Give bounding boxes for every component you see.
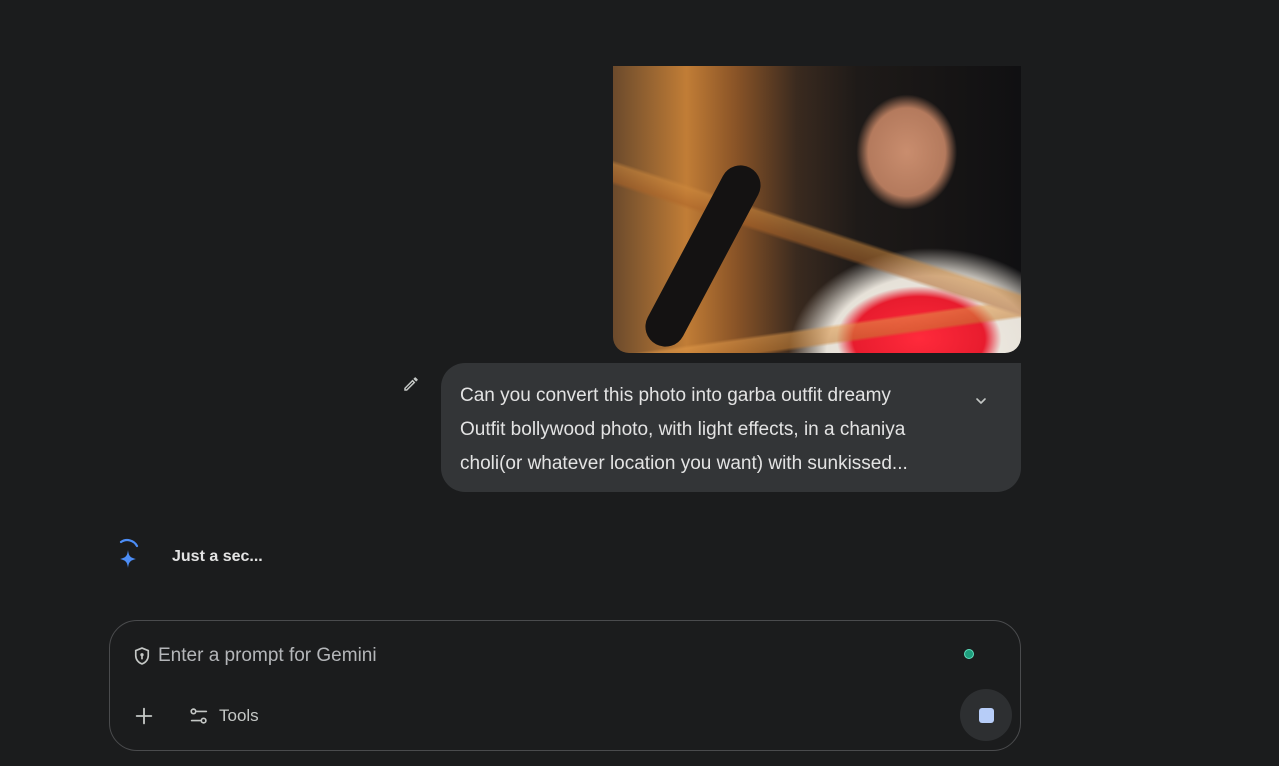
prompt-box: Tools (109, 620, 1021, 751)
tools-label: Tools (219, 706, 259, 725)
stop-generation-button[interactable] (960, 689, 1012, 741)
expand-message-button[interactable] (971, 391, 991, 411)
chat-page: Can you convert this photo into garba ou… (0, 0, 1279, 766)
tools-button[interactable]: Tools (188, 701, 259, 731)
plus-icon (135, 707, 153, 725)
uploaded-photo[interactable] (613, 66, 1021, 353)
prompt-input[interactable] (158, 641, 938, 671)
model-status-text: Just a sec... (172, 548, 263, 565)
add-attachment-button[interactable] (130, 702, 158, 730)
pencil-icon (404, 377, 418, 391)
shield-icon (134, 647, 150, 665)
status-dot (964, 649, 974, 659)
gemini-spark-icon (119, 539, 139, 568)
user-message-text: Can you convert this photo into garba ou… (460, 385, 908, 474)
user-message-bubble: Can you convert this photo into garba ou… (441, 363, 1021, 492)
stop-icon (978, 707, 994, 723)
tune-icon (190, 708, 208, 724)
edit-message-button[interactable] (400, 373, 422, 395)
chevron-down-icon (976, 398, 986, 404)
